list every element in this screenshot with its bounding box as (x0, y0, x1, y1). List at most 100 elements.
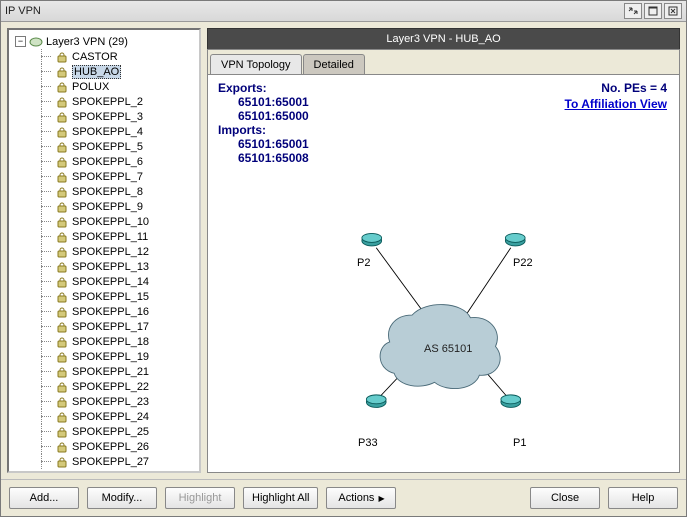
topology-diagram: AS 65101 P2 P22 P33 P1 (208, 185, 679, 472)
tree-item-label: SPOKEPPL_2 (72, 96, 143, 108)
tree-connector-icon (37, 304, 55, 319)
tree-item-label: SPOKEPPL_26 (72, 441, 149, 453)
router-icon (501, 395, 521, 408)
tree-item[interactable]: SPOKEPPL_10 (37, 214, 199, 229)
titlebar: IP VPN (1, 1, 686, 22)
affiliation-link[interactable]: To Affiliation View (565, 97, 667, 111)
tree-connector-icon (37, 454, 55, 469)
export-value: 65101:65000 (238, 109, 309, 123)
tree-connector-icon (37, 334, 55, 349)
detail-area: Exports: 65101:65001 65101:65000 Imports… (207, 74, 680, 473)
tree-item[interactable]: SPOKEPPL_6 (37, 154, 199, 169)
tree-connector-icon (37, 124, 55, 139)
tree-item[interactable]: SPOKEPPL_15 (37, 289, 199, 304)
tree-item-label: SPOKEPPL_9 (72, 201, 143, 213)
highlight-all-button[interactable]: Highlight All (243, 487, 318, 509)
button-bar: Add... Modify... Highlight Highlight All… (1, 479, 686, 516)
tree-root-label: Layer3 VPN (29) (46, 36, 128, 48)
tree-item[interactable]: SPOKEPPL_5 (37, 139, 199, 154)
tree-item[interactable]: POLUX (37, 79, 199, 94)
tree-item[interactable]: SPOKEPPL_4 (37, 124, 199, 139)
router-icon (505, 233, 525, 246)
lock-icon (55, 321, 69, 333)
tree-item[interactable]: SPOKEPPL_7 (37, 169, 199, 184)
tree-item[interactable]: SPOKEPPL_19 (37, 349, 199, 364)
tree-item[interactable]: CASTOR (37, 49, 199, 64)
tree-connector-icon (37, 349, 55, 364)
tree-connector-icon (37, 49, 55, 64)
tree-item[interactable]: SPOKEPPL_18 (37, 334, 199, 349)
tree-item[interactable]: SPOKEPPL_22 (37, 379, 199, 394)
lock-icon (55, 81, 69, 93)
tree-connector-icon (37, 214, 55, 229)
tree-item[interactable]: SPOKEPPL_27 (37, 454, 199, 469)
import-value: 65101:65008 (238, 151, 309, 165)
lock-icon (55, 291, 69, 303)
tree-item[interactable]: SPOKEPPL_14 (37, 274, 199, 289)
lock-icon (55, 216, 69, 228)
tree-item-label: SPOKEPPL_22 (72, 381, 149, 393)
tree-connector-icon (37, 439, 55, 454)
router-label: P2 (357, 257, 370, 269)
tree-item-label: SPOKEPPL_15 (72, 291, 149, 303)
tree-item-label: SPOKEPPL_8 (72, 186, 143, 198)
lock-icon (55, 186, 69, 198)
tree-connector-icon (37, 109, 55, 124)
export-value: 65101:65001 (238, 95, 309, 109)
close-button[interactable]: Close (530, 487, 600, 509)
tree-item[interactable]: SPOKEPPL_16 (37, 304, 199, 319)
tree-item-label: SPOKEPPL_7 (72, 171, 143, 183)
help-button[interactable]: Help (608, 487, 678, 509)
highlight-button[interactable]: Highlight (165, 487, 235, 509)
tree-item[interactable]: SPOKEPPL_9 (37, 199, 199, 214)
tree-item[interactable]: SPOKEPPL_26 (37, 439, 199, 454)
tree-item-label: SPOKEPPL_13 (72, 261, 149, 273)
as-label: AS 65101 (424, 343, 472, 355)
tree-item[interactable]: HUB_AO (37, 64, 199, 79)
tree-item-label: CASTOR (72, 51, 118, 63)
tab-vpn-topology[interactable]: VPN Topology (210, 54, 302, 74)
close-icon[interactable] (664, 3, 682, 19)
tree-item[interactable]: SPOKEPPL_12 (37, 244, 199, 259)
collapse-icon[interactable]: − (15, 36, 26, 47)
lock-icon (55, 336, 69, 348)
tree-connector-icon (37, 64, 55, 79)
tab-detailed[interactable]: Detailed (303, 54, 365, 74)
tree-item[interactable]: SPOKEPPL_21 (37, 364, 199, 379)
tree-item[interactable]: SPOKEPPL_2 (37, 94, 199, 109)
tree-root-node[interactable]: − Layer3 VPN (29) (13, 34, 199, 49)
tree-connector-icon (37, 319, 55, 334)
detail-panel: Layer3 VPN - HUB_AO VPN Topology Detaile… (207, 28, 680, 473)
tree-item[interactable]: SPOKEPPL_25 (37, 424, 199, 439)
tree-connector-icon (37, 409, 55, 424)
imports-label: Imports: (218, 123, 309, 137)
router-label: P33 (358, 437, 378, 449)
tree-connector-icon (37, 394, 55, 409)
vpn-tree[interactable]: − Layer3 VPN (29) CASTOR HUB_AOPOLUX SPOKE… (7, 28, 201, 473)
tree-item[interactable]: SPOKEPPL_23 (37, 394, 199, 409)
actions-button[interactable]: Actions▶ (326, 487, 396, 509)
tree-item[interactable]: SPOKEPPL_17 (37, 319, 199, 334)
tree-item-label: SPOKEPPL_14 (72, 276, 149, 288)
tree-item[interactable]: SPOKEPPL_11 (37, 229, 199, 244)
tree-item[interactable]: SPOKEPPL_3 (37, 109, 199, 124)
tree-connector-icon (37, 364, 55, 379)
tree-connector-icon (37, 79, 55, 94)
lock-icon (55, 156, 69, 168)
ipvpn-window: IP VPN − Layer3 VPN (29) CASTOR HUB_AOPOL… (0, 0, 687, 517)
lock-icon (55, 351, 69, 363)
tree-connector-icon (37, 229, 55, 244)
tree-item[interactable]: SPOKEPPL_24 (37, 409, 199, 424)
maximize-icon[interactable] (644, 3, 662, 19)
tree-item[interactable]: SPOKEPPL_13 (37, 259, 199, 274)
tree-item[interactable]: SPOKEPPL_8 (37, 184, 199, 199)
add-button[interactable]: Add... (9, 487, 79, 509)
tree-item-label: SPOKEPPL_4 (72, 126, 143, 138)
tree-connector-icon (37, 259, 55, 274)
lock-icon (55, 141, 69, 153)
modify-button[interactable]: Modify... (87, 487, 157, 509)
tree-item-label: SPOKEPPL_27 (72, 456, 149, 468)
detach-icon[interactable] (624, 3, 642, 19)
tree-item-label: SPOKEPPL_18 (72, 336, 149, 348)
tree-item-label: HUB_AO (72, 65, 121, 79)
